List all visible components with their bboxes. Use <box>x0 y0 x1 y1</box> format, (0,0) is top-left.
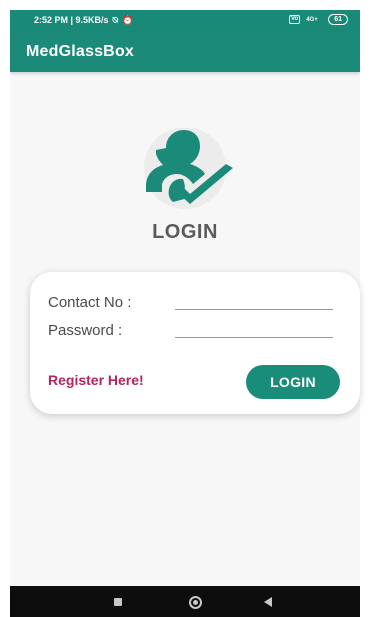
contact-no-label: Contact No : <box>48 294 132 311</box>
login-heading: LOGIN <box>152 221 218 243</box>
app-bar: MedGlassBox <box>10 32 360 72</box>
status-time: 2:52 PM | 9.5KB/s <box>34 15 109 25</box>
contact-no-input[interactable] <box>175 309 333 310</box>
user-check-icon <box>144 128 233 209</box>
status-bar: 2:52 PM | 9.5KB/s ⍉ ⏰ Vo 4G+ 61 <box>10 10 360 32</box>
navigation-bar <box>10 586 360 617</box>
status-left: 2:52 PM | 9.5KB/s ⍉ ⏰ <box>34 15 133 25</box>
app-title: MedGlassBox <box>26 43 135 60</box>
back-icon[interactable] <box>264 597 272 607</box>
register-link[interactable]: Register Here! <box>48 372 144 388</box>
recents-icon[interactable] <box>114 598 122 606</box>
volte-icon: Vo <box>288 15 301 24</box>
mute-icon: ⍉ <box>112 15 118 25</box>
login-card: Contact No : Password : Register Here! L… <box>30 272 360 414</box>
alarm-icon: ⏰ <box>121 15 134 25</box>
password-input[interactable] <box>175 337 333 338</box>
password-label: Password : <box>48 322 123 339</box>
signal-icon: 4G+ <box>306 16 318 23</box>
battery-icon: 61 <box>328 14 348 25</box>
status-right: Vo 4G+ 61 <box>288 14 348 25</box>
home-icon[interactable] <box>189 596 202 609</box>
login-button[interactable]: LOGIN <box>246 365 340 399</box>
